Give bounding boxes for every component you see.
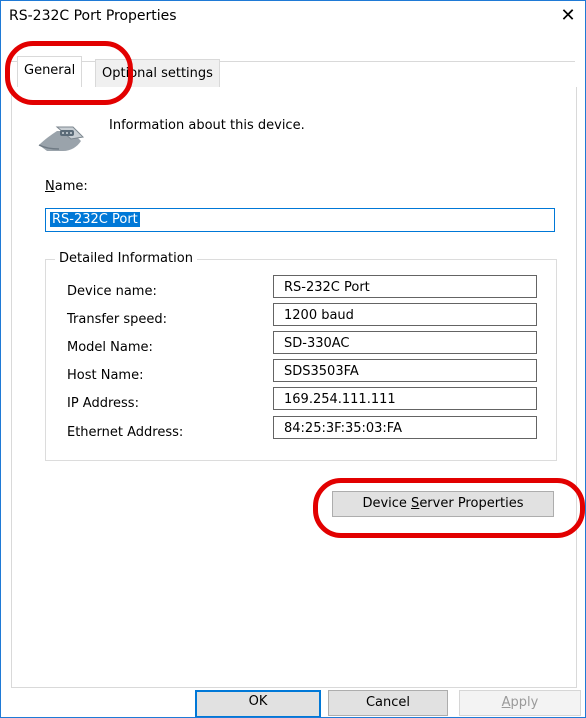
transfer-speed-label: Transfer speed: [67, 312, 168, 327]
tab-general[interactable]: General [17, 56, 83, 87]
ip-address-label: IP Address: [67, 396, 139, 411]
host-name-value: SDS3503FA [273, 359, 537, 382]
host-name-label: Host Name: [67, 368, 144, 383]
model-name-value: SD-330AC [273, 331, 537, 354]
ethernet-address-label: Ethernet Address: [67, 425, 184, 440]
ethernet-address-value: 84:25:3F:35:03:FA [273, 416, 537, 439]
device-name-value: RS-232C Port [273, 275, 537, 298]
ip-address-value: 169.254.111.111 [273, 387, 537, 410]
serial-port-icon [38, 126, 85, 151]
window-title: RS-232C Port Properties [9, 8, 177, 24]
ok-button[interactable]: OK [195, 690, 321, 717]
group-title: Detailed Information [55, 251, 197, 266]
name-field-value: RS-232C Port [50, 212, 140, 227]
cancel-button[interactable]: Cancel [328, 690, 448, 716]
transfer-speed-value: 1200 baud [273, 303, 537, 326]
title-bar: RS-232C Port Properties ✕ [1, 1, 585, 31]
model-name-label: Model Name: [67, 340, 153, 355]
name-label: Name: [45, 179, 88, 194]
close-icon[interactable]: ✕ [553, 3, 583, 29]
highlight-device-server-button [313, 478, 585, 538]
tab-general-label: General [24, 63, 76, 78]
properties-dialog: RS-232C Port Properties ✕ General Option… [0, 0, 586, 718]
info-text: Information about this device. [109, 118, 305, 133]
device-name-label: Device name: [67, 284, 157, 299]
name-field[interactable]: RS-232C Port [45, 208, 555, 232]
apply-button: Apply [459, 690, 581, 716]
